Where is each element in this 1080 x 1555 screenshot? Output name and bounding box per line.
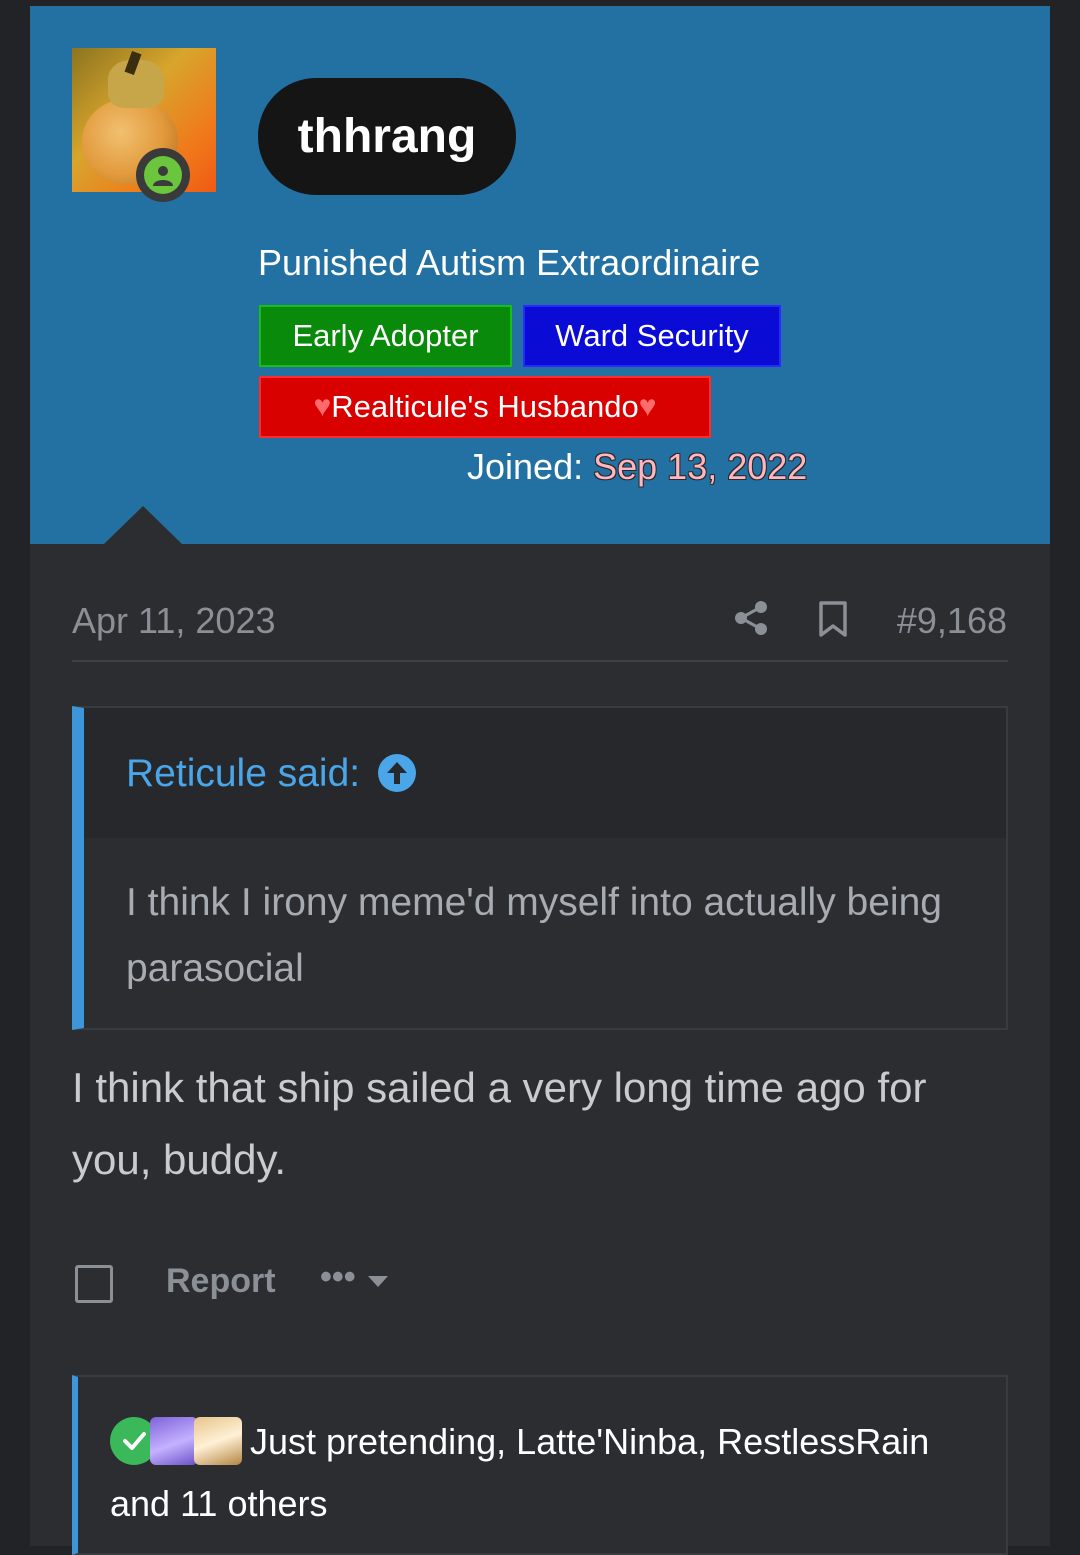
banner-husbando: ♥ Realticule's Husbando ♥ — [259, 376, 711, 438]
post-number[interactable]: #9,168 — [897, 600, 1007, 642]
banner-label: Realticule's Husbando — [331, 389, 639, 424]
joined-date: Sep 13, 2022 — [593, 446, 808, 487]
divider — [72, 660, 1008, 662]
joined-info: Joined: Sep 13, 2022 — [467, 446, 807, 488]
select-checkbox[interactable] — [75, 1265, 113, 1303]
quote-author[interactable]: Reticule said: — [126, 752, 360, 796]
banner-early-adopter: Early Adopter — [259, 305, 512, 367]
banner-ward-security: Ward Security — [523, 305, 781, 367]
user-panel: thhrang Punished Autism Extraordinaire E… — [30, 6, 1050, 544]
heart-icon: ♥ — [313, 390, 332, 423]
post-message: I think that ship sailed a very long tim… — [72, 1064, 927, 1183]
quote-text: I think I irony meme'd myself into actua… — [126, 881, 942, 990]
arrow-up-circle-icon[interactable] — [378, 754, 416, 792]
post-date[interactable]: Apr 11, 2023 — [72, 600, 275, 642]
banner-label: Ward Security — [555, 318, 749, 353]
quote-header: Reticule said: — [84, 708, 1006, 838]
heart-icon: ♥ — [638, 390, 657, 423]
user-title: Punished Autism Extraordinaire — [258, 242, 761, 283]
banner-label: Early Adopter — [292, 318, 479, 353]
report-link[interactable]: Report — [166, 1262, 276, 1301]
chevron-down-icon[interactable] — [368, 1276, 388, 1287]
online-status-icon — [136, 148, 190, 202]
quote-block: Reticule said: I think I irony meme'd my… — [72, 706, 1008, 1030]
share-icon[interactable] — [733, 600, 769, 636]
username[interactable]: thhrang — [258, 78, 516, 195]
user-panel-arrow — [104, 506, 182, 544]
post-container: thhrang Punished Autism Extraordinaire E… — [30, 6, 1050, 1555]
bookmark-icon[interactable] — [817, 600, 849, 638]
reactions-bar[interactable]: Just pretending, Latte'Ninba, RestlessRa… — [72, 1375, 1008, 1555]
joined-label: Joined: — [467, 446, 584, 487]
more-options-button[interactable]: ••• — [320, 1258, 356, 1297]
reactions-text[interactable]: Just pretending, Latte'Ninba, RestlessRa… — [110, 1411, 970, 1535]
